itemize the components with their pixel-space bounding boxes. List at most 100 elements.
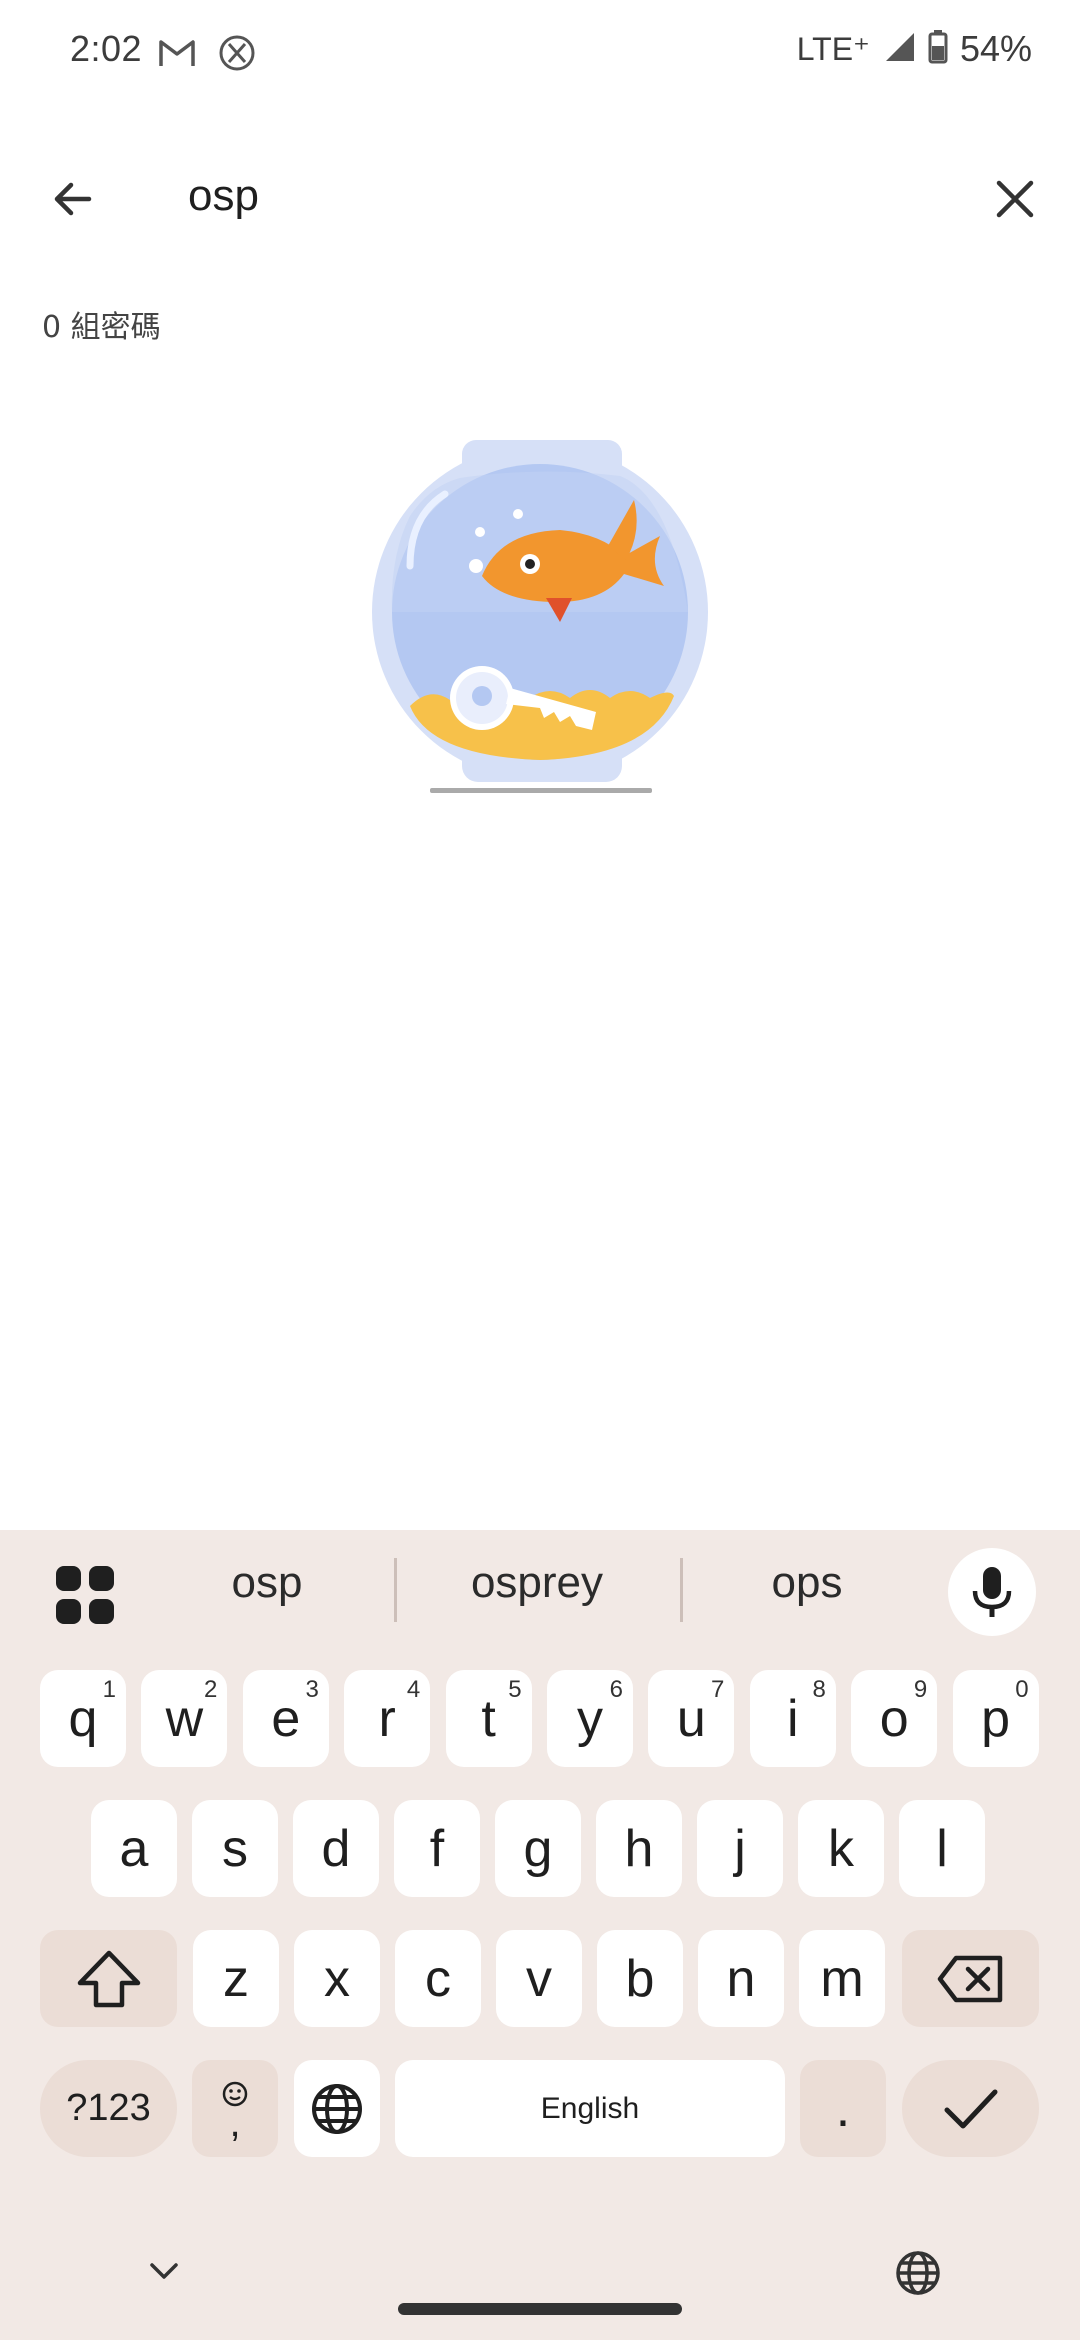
- period-key[interactable]: .: [800, 2060, 886, 2157]
- key-label: g: [523, 1819, 553, 1878]
- shift-key[interactable]: [40, 1930, 177, 2027]
- key-hint: 8: [812, 1676, 826, 1703]
- key-j[interactable]: j: [697, 1800, 783, 1897]
- key-label: l: [936, 1819, 948, 1878]
- key-m[interactable]: m: [799, 1930, 885, 2027]
- key-b[interactable]: b: [597, 1930, 683, 2027]
- key-k[interactable]: k: [798, 1800, 884, 1897]
- backspace-key[interactable]: [902, 1930, 1039, 2027]
- key-g[interactable]: g: [495, 1800, 581, 1897]
- key-f[interactable]: f: [394, 1800, 480, 1897]
- home-gesture-pill[interactable]: [398, 2303, 682, 2315]
- voice-input-button[interactable]: [948, 1548, 1036, 1636]
- key-label: f: [429, 1819, 445, 1878]
- navigation-bar: [0, 2225, 1080, 2340]
- key-label: q: [68, 1689, 98, 1748]
- key-u[interactable]: u7: [648, 1670, 735, 1767]
- key-label: a: [119, 1819, 149, 1878]
- key-q[interactable]: q1: [40, 1670, 126, 1767]
- key-hint: 9: [913, 1676, 928, 1703]
- key-w[interactable]: w2: [141, 1670, 228, 1767]
- backspace-icon: [937, 1955, 1002, 2002]
- key-hint: 3: [305, 1676, 319, 1703]
- comma-label: ,: [229, 2100, 241, 2145]
- key-l[interactable]: l: [899, 1800, 985, 1897]
- globe-icon[interactable]: [894, 2249, 942, 2297]
- mic-icon: [972, 1567, 1012, 1617]
- key-x[interactable]: x: [294, 1930, 380, 2027]
- key-hint: 5: [508, 1676, 522, 1703]
- shift-icon: [77, 1950, 140, 2007]
- keyboard-apps-grid-icon[interactable]: [52, 1562, 118, 1628]
- key-i[interactable]: i8: [749, 1670, 836, 1767]
- key-hint: 1: [102, 1676, 116, 1703]
- key-label: d: [321, 1819, 351, 1878]
- suggestion-strip: osp osprey ops: [0, 1530, 1080, 1650]
- close-icon: [996, 180, 1034, 218]
- key-hint: 7: [711, 1676, 725, 1703]
- key-h[interactable]: h: [596, 1800, 682, 1897]
- check-icon: [944, 2089, 997, 2128]
- key-e[interactable]: e3: [242, 1670, 329, 1767]
- key-label: m: [820, 1949, 864, 2008]
- key-label: h: [624, 1819, 654, 1878]
- key-label: k: [828, 1819, 854, 1878]
- space-key[interactable]: English: [395, 2060, 785, 2157]
- key-s[interactable]: s: [192, 1800, 278, 1897]
- battery-percent: 54%: [959, 28, 1032, 69]
- battery-icon: [928, 29, 948, 69]
- key-c[interactable]: c: [395, 1930, 481, 2027]
- clear-search-button[interactable]: [982, 166, 1048, 232]
- symbols-key[interactable]: ?123: [40, 2060, 177, 2157]
- suggestion-3[interactable]: ops: [682, 1558, 932, 1608]
- key-label: r: [378, 1689, 396, 1748]
- key-o[interactable]: o9: [851, 1670, 938, 1767]
- key-y[interactable]: y6: [547, 1670, 633, 1767]
- result-count: 0 組密碼: [42, 310, 161, 345]
- key-label: e: [271, 1689, 301, 1748]
- key-label: o: [879, 1689, 909, 1748]
- key-label: u: [676, 1689, 706, 1748]
- key-v[interactable]: v: [496, 1930, 582, 2027]
- suggestion-1[interactable]: osp: [142, 1558, 392, 1608]
- key-a[interactable]: a: [91, 1800, 177, 1897]
- language-switch-key[interactable]: [294, 2060, 380, 2157]
- key-hint: 6: [609, 1676, 623, 1703]
- key-label: c: [425, 1949, 451, 2008]
- key-label: j: [734, 1819, 746, 1878]
- key-label: y: [577, 1689, 603, 1748]
- key-t[interactable]: t5: [445, 1670, 532, 1767]
- network-type: LTE⁺: [796, 31, 870, 67]
- search-app-bar: [0, 140, 1080, 250]
- key-label: s: [222, 1819, 248, 1878]
- suggestion-2[interactable]: osprey: [412, 1558, 662, 1608]
- key-label: x: [324, 1949, 350, 2008]
- key-label: i: [787, 1689, 799, 1748]
- key-label: p: [981, 1689, 1011, 1748]
- key-z[interactable]: z: [193, 1930, 279, 2027]
- key-hint: 2: [204, 1676, 218, 1703]
- status-time: 2:02: [70, 28, 143, 69]
- key-label: w: [165, 1689, 204, 1748]
- key-hint: 0: [1015, 1676, 1029, 1703]
- key-label: v: [526, 1949, 552, 2008]
- emoji-comma-key[interactable]: ,: [192, 2060, 278, 2157]
- arrow-back-icon: [54, 182, 92, 216]
- key-d[interactable]: d: [293, 1800, 379, 1897]
- hide-keyboard-chevron-icon[interactable]: [146, 2259, 182, 2283]
- key-n[interactable]: n: [698, 1930, 784, 2027]
- x-app-icon: [218, 34, 256, 77]
- globe-icon: [312, 2083, 362, 2134]
- key-hint: 4: [406, 1676, 421, 1703]
- soft-keyboard: osp osprey ops q1w2e3r4t5y6u7i8o9p0 asdf…: [0, 1530, 1080, 2340]
- key-p[interactable]: p0: [952, 1670, 1039, 1767]
- back-button[interactable]: [40, 166, 106, 232]
- key-label: t: [481, 1689, 496, 1748]
- key-r[interactable]: r4: [344, 1670, 431, 1767]
- key-label: b: [625, 1949, 655, 2008]
- done-key[interactable]: [902, 2060, 1039, 2157]
- status-bar: 2:02 LTE⁺ 54%: [0, 0, 1080, 105]
- search-input[interactable]: [188, 160, 948, 232]
- signal-icon: [882, 31, 916, 68]
- key-label: z: [223, 1949, 249, 2008]
